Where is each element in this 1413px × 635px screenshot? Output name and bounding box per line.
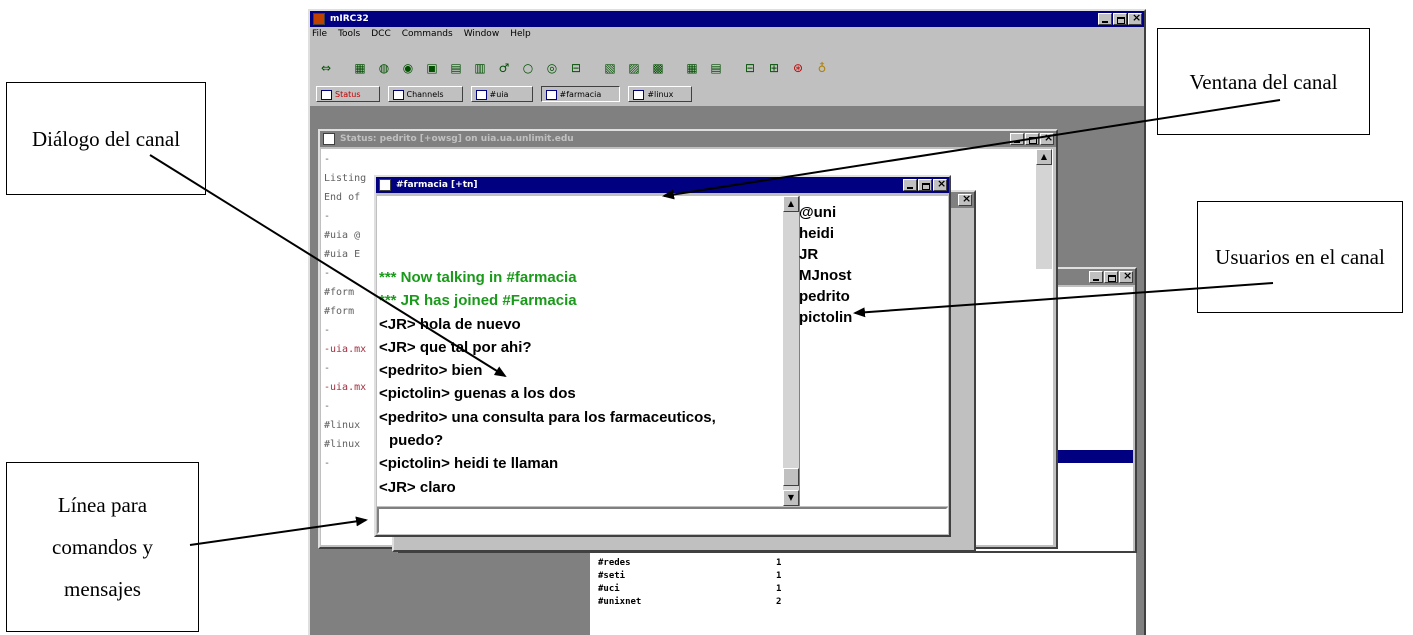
arrow-linea [189, 516, 368, 546]
arrow-usuarios [853, 282, 1274, 318]
annotation-arrows [149, 99, 1281, 546]
arrow-ventana [662, 99, 1281, 200]
arrow-dialogo [149, 154, 507, 378]
